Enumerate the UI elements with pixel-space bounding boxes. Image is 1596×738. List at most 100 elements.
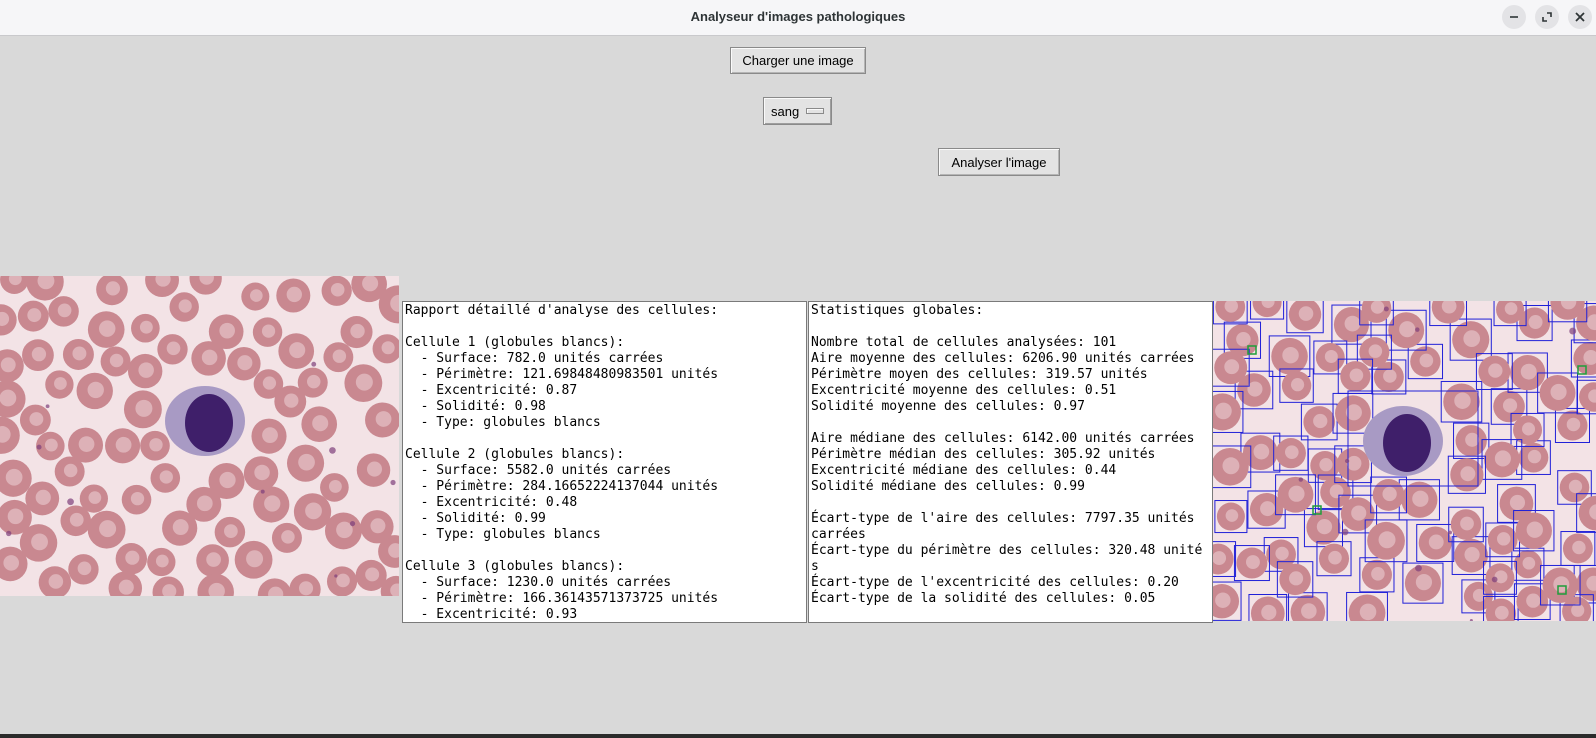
cell-center <box>159 470 173 484</box>
nucleus <box>1383 414 1431 472</box>
minimize-icon <box>1510 16 1518 18</box>
cell-center <box>31 346 47 362</box>
cell-center <box>262 427 278 444</box>
report-line: Cellule 2 (globules blancs): <box>405 447 625 462</box>
report-line: - Surface: 1230.0 unités carrées <box>405 575 672 590</box>
platelet <box>36 444 42 450</box>
stats-line: Solidité moyenne des cellules: 0.97 <box>811 399 1085 414</box>
cell-center <box>1496 532 1511 546</box>
cell-center <box>375 411 392 427</box>
cell-center <box>1215 592 1231 608</box>
close-button[interactable] <box>1568 5 1592 29</box>
sample-type-value: sang <box>771 104 800 119</box>
minimize-button[interactable] <box>1502 5 1526 29</box>
cell-center <box>1568 479 1583 494</box>
cell-center <box>1522 556 1536 570</box>
dropdown-indicator-icon <box>806 108 824 114</box>
cell-center <box>99 520 117 538</box>
cell-center <box>1289 571 1304 586</box>
cell-center <box>298 581 314 596</box>
stats-line: Solidité médiane des cellules: 0.99 <box>811 479 1085 494</box>
report-line <box>405 319 804 335</box>
cell-center <box>1346 455 1362 471</box>
cell-center <box>88 491 102 504</box>
cell-center <box>125 550 140 565</box>
platelet <box>329 447 336 454</box>
cell-center <box>27 308 42 323</box>
taskbar-edge <box>0 734 1596 738</box>
stats-line: Excentricité médiane des cellules: 0.44 <box>811 463 1117 478</box>
title-bar: Analyseur d'images pathologiques <box>0 0 1596 36</box>
cell-center <box>366 461 383 477</box>
platelet <box>260 489 265 494</box>
cell-center <box>254 464 270 481</box>
cell-center <box>1464 546 1480 563</box>
cell-center <box>1328 550 1342 565</box>
report-line: - Solidité: 0.99 <box>405 511 546 526</box>
stats-line: Écart-type de l'excentricité des cellule… <box>811 575 1179 590</box>
cell-center <box>306 374 321 389</box>
platelet <box>1341 528 1349 536</box>
platelet <box>1569 327 1577 335</box>
cell-center <box>1215 402 1232 420</box>
cell-center <box>1313 413 1328 429</box>
cell-center <box>261 324 276 338</box>
cell-center <box>196 495 213 512</box>
cell-center <box>1245 555 1260 570</box>
cell-center <box>1572 540 1586 555</box>
report-line <box>405 431 804 447</box>
sample-type-dropdown[interactable]: sang <box>763 97 832 125</box>
cell-center <box>381 341 395 355</box>
report-line: - Périmètre: 121.69848480983501 unités <box>405 367 719 382</box>
maximize-icon <box>1542 12 1552 22</box>
cell-center <box>365 567 380 582</box>
cell-center <box>1494 605 1509 620</box>
platelet <box>1383 306 1389 312</box>
stats-line: Aire moyenne des cellules: 6206.90 unité… <box>811 351 1195 366</box>
stats-line: Écart-type de la solidité des cellules: … <box>811 591 1156 606</box>
annotated-image <box>1213 301 1596 621</box>
cell-center <box>350 323 365 339</box>
cell-center <box>1222 457 1240 475</box>
analyze-image-button[interactable]: Analyser l'image <box>938 148 1060 176</box>
cell-center <box>1261 604 1277 620</box>
report-line: Rapport détaillé d'analyse des cellules: <box>405 303 719 318</box>
cell-center <box>5 468 23 486</box>
maximize-button[interactable] <box>1535 5 1559 29</box>
platelet <box>311 361 317 367</box>
platelet <box>1415 564 1422 572</box>
blood-smear-image <box>0 276 399 596</box>
cell-report-textbox[interactable]: Rapport détaillé d'analyse des cellules:… <box>402 301 807 623</box>
cell-center <box>1316 518 1333 535</box>
cell-center <box>289 342 306 359</box>
cell-center <box>1454 392 1471 409</box>
cell-center <box>7 508 24 525</box>
cell-center <box>1494 450 1511 467</box>
cell-center <box>1504 302 1518 315</box>
cell-center <box>336 573 350 588</box>
global-stats-textbox[interactable]: Statistiques globales: Nombre total de ce… <box>808 301 1213 623</box>
platelet <box>6 530 12 537</box>
cell-center <box>1285 445 1299 459</box>
cell-center <box>1553 576 1570 593</box>
stats-text: Statistiques globales: Nombre total de ce… <box>811 303 1210 607</box>
cell-center <box>298 453 315 471</box>
platelet <box>1491 576 1498 583</box>
load-image-button[interactable]: Charger une image <box>730 47 866 74</box>
stats-line: Périmètre médian des cellules: 305.92 un… <box>811 447 1156 462</box>
report-line: - Excentricité: 0.87 <box>405 383 578 398</box>
cell-center <box>54 377 67 390</box>
cell-center <box>328 479 342 493</box>
report-line: - Excentricité: 0.93 <box>405 607 578 622</box>
cell-center <box>1526 593 1541 608</box>
cell-center <box>98 320 116 337</box>
cell-center <box>219 471 236 489</box>
cell-center <box>1301 603 1317 619</box>
stats-line: Aire médiane des cellules: 6142.00 unité… <box>811 431 1195 446</box>
cell-center <box>35 489 51 506</box>
cell-center <box>1527 449 1542 464</box>
cell-center <box>105 281 121 296</box>
cell-center <box>250 289 263 302</box>
platelet <box>334 574 338 578</box>
cell-center <box>1463 330 1481 347</box>
